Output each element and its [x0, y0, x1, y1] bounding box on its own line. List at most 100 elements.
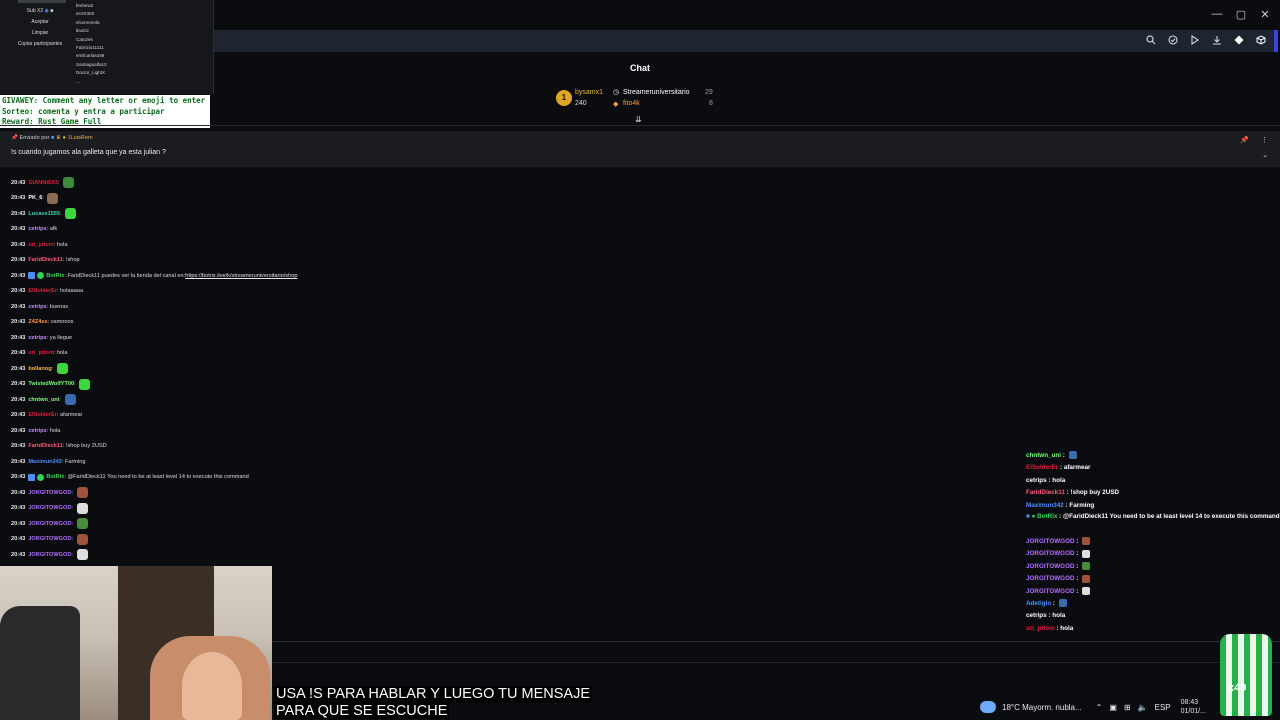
chat-message: 20:43 PK_6: [11, 191, 711, 207]
message-username[interactable]: FaridDieck11 [28, 257, 63, 263]
message-colon: : [71, 551, 75, 558]
chat-message: 20:43 JORGITOWGOD: [11, 501, 711, 517]
system-tray: 18°C Mayorm. nubla... ⌃ ▣ ⊞ 🔈 ESP 08:43 … [980, 694, 1280, 720]
search-icon[interactable] [1144, 33, 1158, 47]
bot-badge-icon [28, 272, 36, 280]
message-username[interactable]: JORGITOWGOD [28, 490, 71, 496]
chat-input-divider [270, 662, 1280, 663]
message-username[interactable]: GIANNIS93 [28, 180, 58, 186]
webcam-streamer [182, 652, 242, 720]
overlay-message: cetrips : hola [1026, 610, 1280, 622]
message-text: afk [49, 226, 58, 233]
message-username[interactable]: PK_6 [28, 195, 42, 201]
overlay-username: cetrips [1026, 476, 1047, 484]
message-time: 20:43 [11, 195, 26, 202]
chat-message: 20:43 uri_pitom: hola [11, 237, 711, 253]
panel-scroll-thumb[interactable] [18, 0, 66, 3]
message-username[interactable]: cetrips [28, 226, 46, 232]
language-indicator[interactable]: ESP [1155, 703, 1171, 712]
cube-icon[interactable] [1254, 33, 1268, 47]
message-username[interactable]: JORGITOWGOD [28, 505, 71, 511]
message-username[interactable]: BotRix [46, 474, 64, 480]
chat-message: 20:43 cetrips: hola [11, 423, 711, 439]
message-username[interactable]: cetrips [28, 335, 46, 341]
participant-item: tlautr2 [76, 28, 89, 34]
pinned-message: 📌 Enviado por ■ ♛ ● 1LuisRem !s cuando j… [0, 131, 1280, 167]
more-options-icon[interactable]: ⋮ [1261, 136, 1268, 144]
message-username[interactable]: cetrips [28, 428, 46, 434]
message-colon: : [71, 520, 75, 527]
volume-icon[interactable]: 🔈 [1138, 703, 1148, 712]
emote-icon [1082, 586, 1091, 595]
minimize-button[interactable]: — [1208, 6, 1226, 22]
weather-text[interactable]: 18°C Mayorm. nubla... [1002, 703, 1082, 712]
chevron-up-icon[interactable]: ⌃ [1096, 703, 1103, 712]
overlay-message: Maximun342 : Farming [1026, 500, 1280, 512]
overlay-username: JORGITOWGOD [1026, 550, 1075, 558]
message-username[interactable]: Maximun342 [28, 459, 62, 465]
message-time: 20:43 [11, 412, 26, 419]
message-time: 20:43 [11, 350, 26, 357]
overlay-message: JORGITOWGOD : [1026, 548, 1280, 560]
overlay-colon: : [1060, 452, 1067, 459]
message-username[interactable]: uri_pitom [28, 242, 53, 248]
window-controls: — ▢ ✕ [1208, 6, 1274, 22]
sub-multiplier-toggle[interactable]: Sub X2 ◉ ■ [8, 6, 72, 17]
message-username[interactable]: Lucass1555 [28, 211, 60, 217]
message-username[interactable]: cetrips [28, 304, 46, 310]
participant-item: Santiagoalfa10 [76, 61, 107, 67]
diamond-icon[interactable] [1232, 33, 1246, 47]
message-time: 20:43 [11, 551, 26, 558]
clear-button[interactable]: Limpiar [8, 28, 72, 39]
message-username[interactable]: Z4Z4ss [28, 319, 47, 325]
chat-message: 20:43 GIANNIS93: [11, 175, 711, 191]
network-icon[interactable]: ⊞ [1124, 703, 1131, 712]
play-icon[interactable] [1188, 33, 1202, 47]
close-button[interactable]: ✕ [1256, 6, 1274, 22]
message-colon: : [57, 179, 61, 186]
message-username[interactable]: ElSolderEr [28, 288, 57, 294]
chat-leaderboard[interactable]: 1 bysamx1 240 ◷ Streameruniversitario 29… [556, 86, 736, 114]
maximize-button[interactable]: ▢ [1232, 6, 1250, 22]
taskbar-clock[interactable]: 08:43 01/01/... [1181, 698, 1206, 716]
accept-button[interactable]: Aceptar [8, 17, 72, 28]
message-time: 20:43 [11, 505, 26, 512]
shield-icon[interactable] [1166, 33, 1180, 47]
message-username[interactable]: FaridDieck11 [28, 443, 63, 449]
message-username[interactable]: uri_pitom [28, 350, 53, 356]
bot-badge-icon: ■ [1026, 513, 1030, 521]
overlay-username: Adetigio [1026, 600, 1052, 608]
weather-icon[interactable] [980, 701, 996, 713]
leader-points: 29 [705, 89, 713, 96]
pinned-username[interactable]: 1LuisRem [67, 135, 92, 141]
message-username[interactable]: BotRix [46, 273, 64, 279]
message-time: 20:43 [11, 288, 26, 295]
window-icon[interactable]: ▣ [1109, 703, 1117, 712]
chat-message: 20:43 cetrips: ya llegue [11, 330, 711, 346]
message-link[interactable]: https://botrix.live/k/streameruniversita… [185, 273, 297, 279]
collapse-chevron-icon[interactable]: ⇊ [635, 115, 642, 124]
leader-points: 8 [709, 100, 713, 107]
overlay-message: JORGITOWGOD : [1026, 561, 1280, 573]
message-username[interactable]: bollanog [28, 366, 51, 372]
expand-chevron-icon[interactable]: ⌄ [1262, 151, 1268, 159]
participant-item: emilcarlaso89 [76, 53, 105, 59]
message-username[interactable]: JORGITOWGOD [28, 552, 71, 558]
unpin-icon[interactable]: 📌 [1240, 136, 1249, 144]
message-text: ya llegue [49, 334, 73, 341]
message-username[interactable]: ElSolderEr [28, 412, 57, 418]
message-username[interactable]: chntwn_uni [28, 397, 59, 403]
popcorn-count: x49 [1228, 682, 1247, 694]
emote-icon [76, 549, 88, 561]
emote-icon [79, 378, 91, 390]
chat-message: 20:43 FaridDieck11: !shop [11, 253, 711, 269]
copy-participants-button[interactable]: Copiar participantes [8, 39, 72, 50]
clock-date: 01/01/... [1180, 708, 1206, 715]
message-username[interactable]: TwistedWolfYT00 [28, 381, 74, 387]
overlay-username: cetrips [1026, 612, 1047, 620]
message-username[interactable]: JORGITOWGOD [28, 521, 71, 527]
divider [0, 125, 1280, 126]
download-icon[interactable] [1210, 33, 1224, 47]
message-username[interactable]: JORGITOWGOD [28, 536, 71, 542]
chat-message: 20:43 JORGITOWGOD: [11, 485, 711, 501]
